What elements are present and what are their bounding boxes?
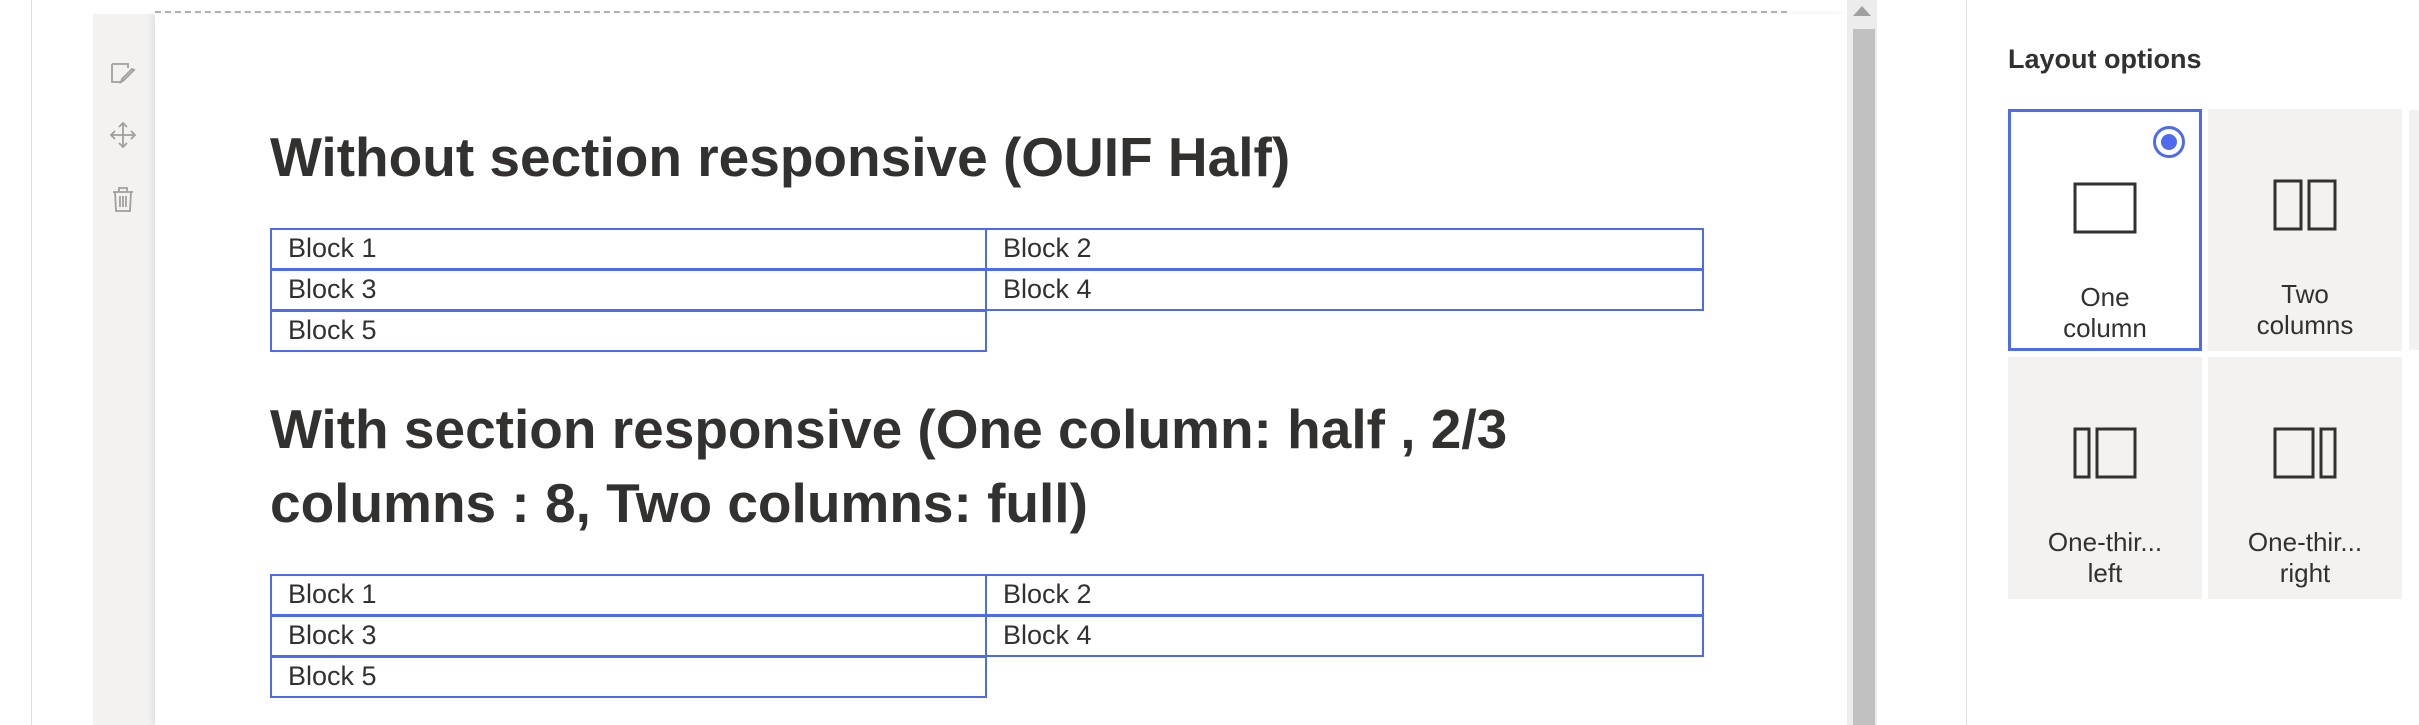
move-icon[interactable] (106, 118, 140, 152)
section1-block-4[interactable]: Block 4 (985, 269, 1704, 311)
scroll-up-arrow-icon[interactable] (1853, 6, 1871, 16)
one-column-layout-icon (2073, 182, 2137, 234)
layout-option-one-third-left[interactable]: One-thir... left (2008, 357, 2202, 599)
two-columns-layout-icon (2273, 179, 2337, 231)
layout-option-label: One-thir... left (2047, 527, 2163, 588)
selected-radio-icon (2153, 126, 2185, 158)
section2-block-1[interactable]: Block 1 (270, 574, 987, 616)
section1-block-5[interactable]: Block 5 (270, 310, 987, 352)
section2-block-2[interactable]: Block 2 (985, 574, 1704, 616)
layout-option-label: One column (2063, 282, 2147, 343)
section1-block-1[interactable]: Block 1 (270, 228, 987, 270)
layout-option-label: Two columns (2256, 279, 2354, 340)
section2-heading-line1: With section responsive (One column: hal… (270, 398, 1508, 460)
layout-option-one-third-right[interactable]: One-thir... right (2208, 357, 2402, 599)
layout-option-two-columns[interactable]: Two columns (2208, 109, 2402, 351)
layout-option-one-column[interactable]: One column (2008, 109, 2202, 351)
section1-block-2[interactable]: Block 2 (985, 228, 1704, 270)
trash-icon[interactable] (106, 182, 140, 216)
section2-heading-line2: columns : 8, Two columns: full) (270, 472, 1088, 534)
section1-block-3[interactable]: Block 3 (270, 269, 987, 311)
section2-block-4[interactable]: Block 4 (985, 615, 1704, 657)
scrollbar-thumb[interactable] (1853, 29, 1875, 725)
layout-options-title: Layout options (2008, 44, 2202, 74)
section1-heading: Without section responsive (OUIF Half) (270, 126, 1291, 188)
section-boundary (155, 11, 1787, 13)
section2-block-5[interactable]: Block 5 (270, 656, 987, 698)
one-third-right-layout-icon (2273, 427, 2337, 479)
layout-option-label: One-thir... right (2247, 527, 2363, 588)
layout-option-partial[interactable] (2409, 110, 2419, 350)
panel-divider (1966, 0, 1967, 725)
edit-icon[interactable] (106, 56, 140, 90)
section2-block-3[interactable]: Block 3 (270, 615, 987, 657)
left-border (31, 0, 32, 725)
one-third-left-layout-icon (2073, 427, 2137, 479)
